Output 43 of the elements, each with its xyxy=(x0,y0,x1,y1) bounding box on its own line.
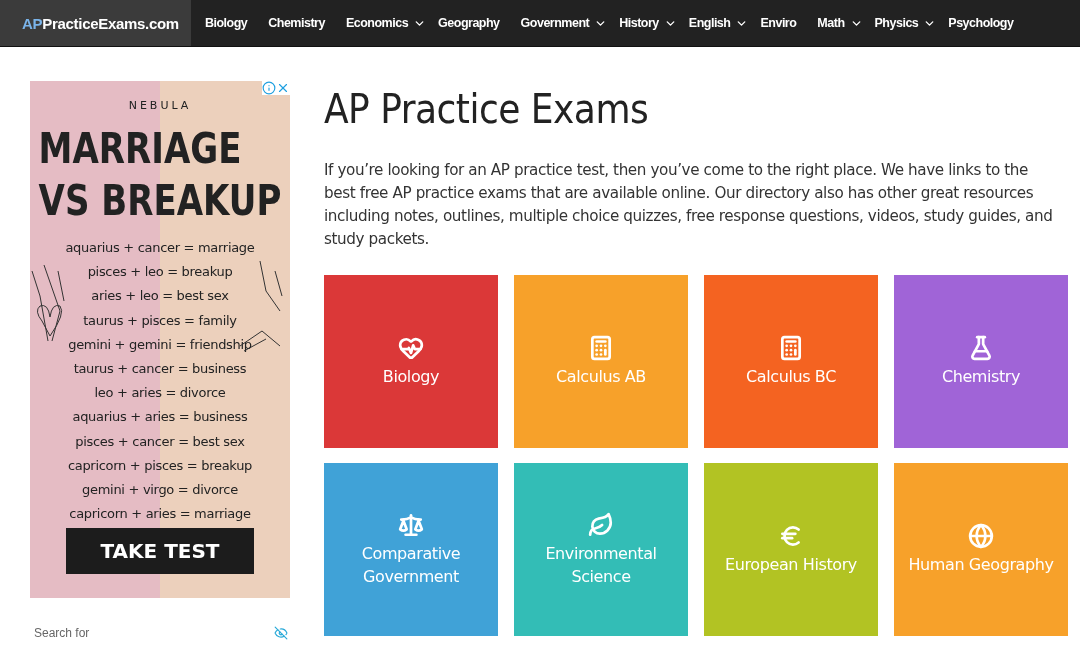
flask-icon xyxy=(968,335,994,361)
take-test-button[interactable]: TAKE TEST xyxy=(66,528,254,575)
page-title: AP Practice Exams xyxy=(324,85,650,134)
ad-text-line: capricorn + pisces = breakup xyxy=(67,456,253,475)
nav-link[interactable]: Physics xyxy=(874,0,937,46)
subject-tile[interactable]: Chemistry xyxy=(894,275,1068,448)
subject-tile[interactable]: Biology xyxy=(324,275,498,448)
ad-text-line: pisces + leo = breakup xyxy=(87,263,233,282)
info-icon[interactable] xyxy=(262,81,276,95)
ad-text-line: aquarius + cancer = marriage xyxy=(65,239,255,257)
ad-text-line: aries + leo = best sex xyxy=(91,287,229,306)
calculator-icon xyxy=(778,335,804,361)
nav-link[interactable]: History xyxy=(619,0,677,46)
heart-pulse-icon xyxy=(398,335,424,361)
nav-link[interactable]: Psychology xyxy=(948,0,1014,46)
eye-off-icon[interactable] xyxy=(274,626,288,640)
ad-text-line: gemini + virgo = divorce xyxy=(82,481,238,500)
globe-icon xyxy=(968,523,994,549)
intro-paragraph: If you’re looking for an AP practice test, then you’ve come to the right place. We have links to the best free AP practice exams that are available online. Our directory also has other great resources including notes, outlines, multiple choice quizzes, free response questions, videos, study guides, and study packets. xyxy=(324,160,1054,250)
ad-headline: VS BREAKUP xyxy=(38,174,282,226)
ad-text-line: taurus + cancer = business xyxy=(73,360,247,378)
nav-link[interactable]: Geography xyxy=(438,0,500,46)
ad-text-line: leo + aries = divorce xyxy=(94,384,226,403)
leaf-icon xyxy=(588,511,614,538)
ad-brand: NEBULA xyxy=(128,99,192,112)
nav-link[interactable]: Economics xyxy=(345,0,427,46)
ad-text-line: pisces + cancer = best sex xyxy=(75,432,245,451)
close-icon[interactable] xyxy=(276,81,290,95)
nav-link[interactable]: Enviro xyxy=(760,0,797,46)
scale-icon xyxy=(398,511,424,538)
nav-link[interactable]: English xyxy=(688,0,749,46)
nav-link[interactable]: Math xyxy=(817,0,863,46)
ad-text-line: gemini + gemini = friendship xyxy=(68,335,252,354)
nav-link[interactable]: Chemistry xyxy=(268,0,325,46)
advertisement-banner[interactable] xyxy=(30,81,290,598)
ad-headline: MARRIAGE xyxy=(38,122,243,174)
ad-text-line: aquarius + aries = business xyxy=(72,408,248,427)
ad-text-line: taurus + pisces = family xyxy=(83,311,237,330)
site-logo[interactable]: APPracticeExams.com xyxy=(0,0,191,46)
nav-link[interactable]: Government xyxy=(520,0,608,46)
ad-text-line: capricorn + aries = marriage xyxy=(69,505,251,524)
nav-link[interactable]: Biology xyxy=(190,0,248,46)
calculator-icon xyxy=(588,335,614,361)
